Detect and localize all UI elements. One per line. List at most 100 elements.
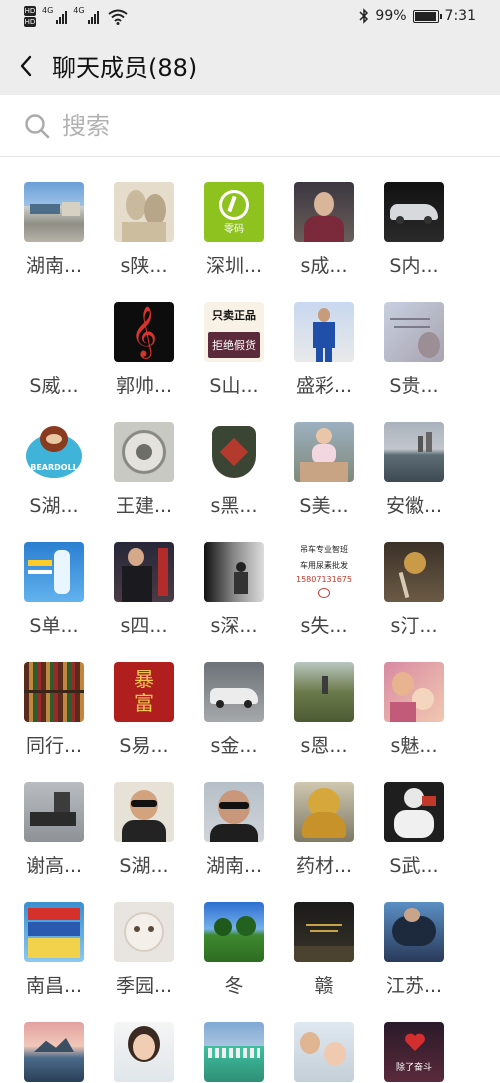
avatar: 除了奋斗 [384,1022,444,1082]
member-name: 赣 [314,975,334,997]
wifi-icon [107,9,128,25]
member-name: s恩... [300,735,348,757]
member-item[interactable]: S单... [24,542,84,637]
member-item[interactable]: s深... [204,542,264,637]
member-item[interactable]: 除了奋斗 [384,1022,444,1082]
member-name: s陕... [120,255,168,277]
member-item[interactable]: s汀... [384,542,444,637]
member-item[interactable] [114,1022,174,1082]
avatar [204,542,264,602]
member-item[interactable]: 赣 [294,902,354,997]
battery-icon [412,9,442,23]
member-item[interactable]: 零码 深圳... [204,182,264,277]
member-item[interactable]: S湖... [114,782,174,877]
member-name: S贵... [389,375,439,397]
member-item[interactable]: BEARDOLL S湖... [24,422,84,517]
member-name: S湖... [119,855,169,877]
avatar [204,662,264,722]
avatar [384,902,444,962]
member-name: 安徽... [385,495,443,517]
member-item[interactable]: 吊车专业智班 车用尿素批发 15807131675 s失... [294,542,354,637]
avatar [114,1022,174,1082]
member-item[interactable]: 只卖正品 拒绝假货 S山... [204,302,264,397]
member-name: S美... [299,495,349,517]
member-name: s黑... [210,495,258,517]
member-item[interactable]: S贵... [384,302,444,397]
avatar [114,542,174,602]
member-name: S湖... [29,495,79,517]
member-item[interactable]: 同行... [24,662,84,757]
avatar: 吊车专业智班 车用尿素批发 15807131675 [294,542,354,602]
member-item[interactable]: 王建... [114,422,174,517]
member-item[interactable]: S内... [384,182,444,277]
avatar [384,302,444,362]
heart-icon [404,1032,426,1052]
member-item[interactable]: s金... [204,662,264,757]
member-name: S威... [29,375,79,397]
member-item[interactable]: 冬 [204,902,264,997]
member-item[interactable]: s成... [294,182,354,277]
member-name: 盛彩... [295,375,353,397]
avatar-text: 15807131675 [296,575,352,584]
avatar [384,182,444,242]
member-name: 湖南... [205,855,263,877]
search-input[interactable] [62,111,442,140]
sim-badges: HD HD [24,6,36,27]
member-item[interactable]: S威... [24,302,84,397]
member-name: 药材... [295,855,353,877]
avatar-text: 富 [134,691,154,715]
signal-icon [56,10,68,24]
avatar [24,662,84,722]
member-item[interactable]: s恩... [294,662,354,757]
member-item[interactable]: s黑... [204,422,264,517]
member-name: s汀... [390,615,438,637]
member-item[interactable]: 湖南... [204,782,264,877]
avatar-text: 只卖正品 [212,309,256,322]
member-item[interactable]: 季园... [114,902,174,997]
avatar-text: 吊车专业智班 [300,545,348,554]
member-name: 王建... [115,495,173,517]
member-item[interactable]: S美... [294,422,354,517]
member-item[interactable]: s陕... [114,182,174,277]
status-left: HD HD 4G 4G [24,6,128,27]
member-name: 深圳... [205,255,263,277]
member-item[interactable]: 𝄞 郭帅... [114,302,174,397]
member-grid: 湖南... s陕... 零码 深圳... s成... S内... S威... 𝄞… [24,182,476,1082]
member-item[interactable]: 湖南... [24,182,84,277]
member-item[interactable]: 南昌... [24,902,84,997]
chevron-left-icon [20,55,32,76]
avatar [294,302,354,362]
avatar [24,182,84,242]
avatar-text: 车用尿素批发 [300,561,348,570]
brand-logo-text: 零码 [224,224,244,235]
member-name: s四... [120,615,168,637]
avatar [204,782,264,842]
page-title: 聊天成员(88) [52,54,198,82]
sim-badge: HD [24,6,36,16]
member-item[interactable]: S武... [384,782,444,877]
member-item[interactable]: 药材... [294,782,354,877]
member-name: 湖南... [25,255,83,277]
member-item[interactable] [294,1022,354,1082]
member-name: s成... [300,255,348,277]
back-button[interactable] [0,36,52,95]
avatar: 零码 [204,182,264,242]
avatar: 𝄞 [114,302,174,362]
member-item[interactable]: s魅... [384,662,444,757]
member-item[interactable]: 江苏... [384,902,444,997]
member-name: 郭帅... [115,375,173,397]
clock: 7:31 [444,8,476,24]
member-item[interactable]: 谢高... [24,782,84,877]
member-item[interactable]: s四... [114,542,174,637]
avatar [294,1022,354,1082]
avatar [24,302,84,362]
member-item[interactable]: 安徽... [384,422,444,517]
member-name: 季园... [115,975,173,997]
search-bar[interactable] [0,95,500,157]
member-item[interactable]: 暴 富 S易... [114,662,174,757]
member-item[interactable]: 盛彩... [294,302,354,397]
member-item[interactable] [204,1022,264,1082]
member-name: s金... [210,735,258,757]
member-item[interactable] [24,1022,84,1082]
avatar [384,662,444,722]
